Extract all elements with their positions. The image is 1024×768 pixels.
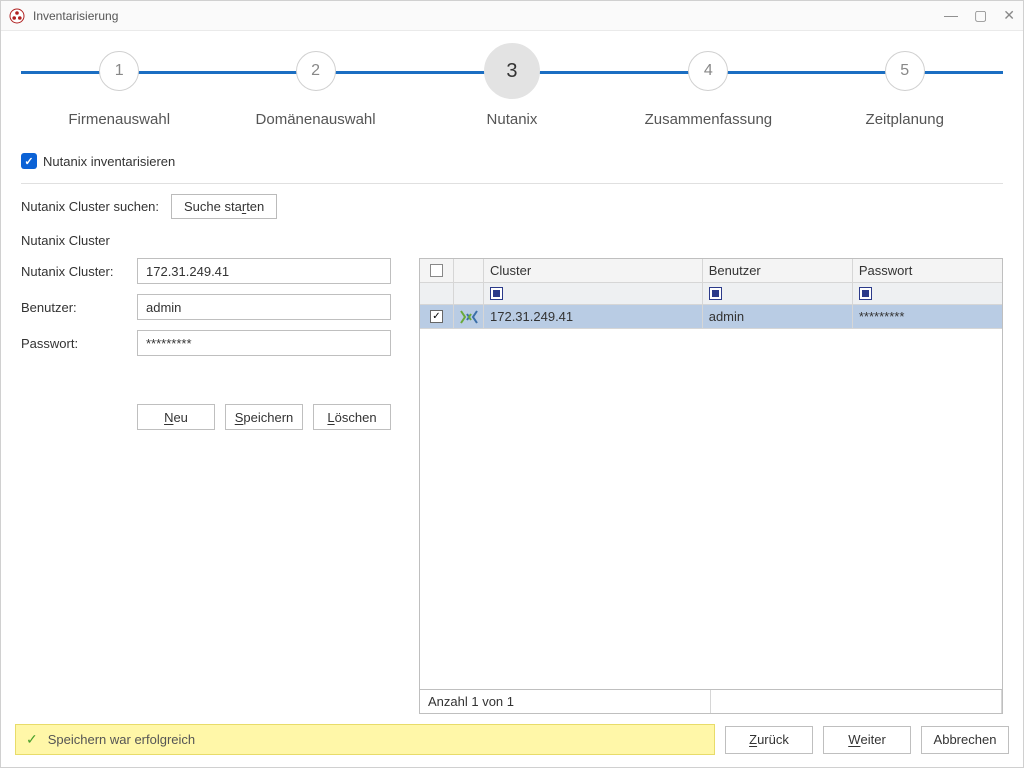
cluster-input[interactable] — [137, 258, 391, 284]
inventarisieren-label: Nutanix inventarisieren — [43, 154, 175, 169]
save-button[interactable]: Speichern — [225, 404, 303, 430]
filter-icon — [859, 287, 872, 300]
new-button[interactable]: Neu — [137, 404, 215, 430]
grid-header: Cluster Benutzer Passwort — [420, 259, 1002, 283]
row-pass: ********* — [853, 305, 1002, 328]
inventarisieren-checkbox-row: ✓ Nutanix inventarisieren — [21, 153, 1003, 169]
step-number: 1 — [99, 51, 139, 91]
grid-body: ✓ — [420, 305, 1002, 689]
row-checkbox-cell[interactable]: ✓ — [420, 305, 454, 328]
search-button[interactable]: Suche starten — [171, 194, 277, 219]
row-checkbox[interactable]: ✓ — [430, 310, 443, 323]
nutanix-icon — [460, 310, 478, 324]
next-button[interactable]: Weiter — [823, 726, 911, 754]
status-message: ✓ Speichern war erfolgreich — [15, 724, 715, 755]
step-number: 2 — [296, 51, 336, 91]
grid-footer-spacer — [711, 690, 1002, 713]
step-label: Domänenauswahl — [256, 111, 376, 128]
cancel-button[interactable]: Abbrechen — [921, 726, 1009, 754]
cluster-grid: Cluster Benutzer Passwort — [419, 258, 1003, 714]
step-label: Nutanix — [487, 111, 538, 128]
header-user[interactable]: Benutzer — [703, 259, 853, 282]
step-label: Zusammenfassung — [645, 111, 773, 128]
password-input[interactable] — [137, 330, 391, 356]
filter-user[interactable] — [703, 283, 853, 304]
window-title: Inventarisierung — [33, 9, 118, 23]
grid-filter-row — [420, 283, 1002, 305]
filter-cluster[interactable] — [484, 283, 703, 304]
step-label: Firmenauswahl — [68, 111, 170, 128]
maximize-icon[interactable]: ▢ — [974, 7, 987, 24]
step-domaenenauswahl[interactable]: 2 Domänenauswahl — [221, 51, 411, 128]
header-cluster[interactable]: Cluster — [484, 259, 703, 282]
success-icon: ✓ — [26, 731, 38, 748]
filter-icon — [709, 287, 722, 300]
wizard-stepper: 1 Firmenauswahl 2 Domänenauswahl 3 Nutan… — [21, 41, 1003, 141]
wizard-footer: ✓ Speichern war erfolgreich Zurück Weite… — [1, 714, 1023, 767]
grid-column: Cluster Benutzer Passwort — [419, 258, 1003, 714]
wizard-window: Inventarisierung — ▢ ✕ 1 Firmenauswahl 2… — [0, 0, 1024, 768]
step-number: 3 — [484, 43, 540, 99]
step-nutanix[interactable]: 3 Nutanix — [417, 51, 607, 128]
header-checkbox-cell[interactable] — [420, 259, 454, 282]
header-icon-cell — [454, 259, 484, 282]
status-text: Speichern war erfolgreich — [48, 732, 195, 747]
divider — [21, 183, 1003, 184]
search-label: Nutanix Cluster suchen: — [21, 199, 159, 214]
delete-button[interactable]: Löschen — [313, 404, 391, 430]
close-icon[interactable]: ✕ — [1003, 7, 1015, 24]
form-column: Nutanix Cluster: Benutzer: Passwort: Neu… — [21, 258, 391, 714]
cluster-label: Nutanix Cluster: — [21, 264, 137, 279]
password-label: Passwort: — [21, 336, 137, 351]
row-user: admin — [703, 305, 853, 328]
minimize-icon[interactable]: — — [944, 7, 958, 24]
row-icon-cell — [454, 305, 484, 328]
step-label: Zeitplanung — [866, 111, 944, 128]
grid-count: Anzahl 1 von 1 — [420, 690, 711, 713]
titlebar: Inventarisierung — ▢ ✕ — [1, 1, 1023, 31]
step-number: 5 — [885, 51, 925, 91]
step-zusammenfassung[interactable]: 4 Zusammenfassung — [613, 51, 803, 128]
filter-pass[interactable] — [853, 283, 1002, 304]
row-cluster: 172.31.249.41 — [484, 305, 703, 328]
filter-icon — [490, 287, 503, 300]
grid-footer: Anzahl 1 von 1 — [420, 689, 1002, 713]
header-pass[interactable]: Passwort — [853, 259, 1002, 282]
two-column-layout: Nutanix Cluster: Benutzer: Passwort: Neu… — [21, 258, 1003, 714]
section-title: Nutanix Cluster — [21, 233, 1003, 248]
user-label: Benutzer: — [21, 300, 137, 315]
back-button[interactable]: Zurück — [725, 726, 813, 754]
table-row[interactable]: ✓ — [420, 305, 1002, 329]
step-zeitplanung[interactable]: 5 Zeitplanung — [810, 51, 1000, 128]
wizard-content: ✓ Nutanix inventarisieren Nutanix Cluste… — [1, 141, 1023, 714]
app-icon — [9, 8, 25, 24]
inventarisieren-checkbox[interactable]: ✓ — [21, 153, 37, 169]
step-number: 4 — [688, 51, 728, 91]
header-checkbox[interactable] — [430, 264, 443, 277]
user-input[interactable] — [137, 294, 391, 320]
step-firmenauswahl[interactable]: 1 Firmenauswahl — [24, 51, 214, 128]
search-row: Nutanix Cluster suchen: Suche starten — [21, 194, 1003, 219]
